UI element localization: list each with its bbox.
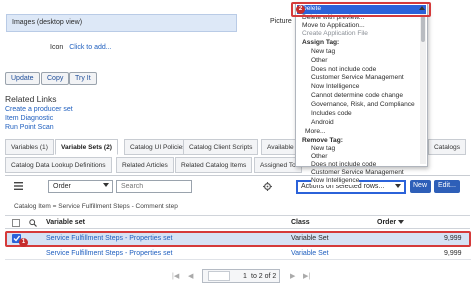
prev-page-icon[interactable]: ◀ [188, 272, 193, 280]
try-it-button[interactable]: Try It [69, 72, 97, 85]
tab-catalog-ui-policies[interactable]: Catalog UI Policies [124, 139, 192, 155]
edit-button[interactable]: Edit... [434, 180, 460, 193]
select-all-checkbox[interactable] [12, 219, 20, 227]
menu-item-assign-other[interactable]: Other [311, 57, 328, 65]
menu-item-assign-no-code[interactable]: Does not include code [311, 66, 376, 74]
menu-item-remove-csm[interactable]: Customer Service Management [311, 169, 404, 177]
menu-item-move-application[interactable]: Move to Application... [302, 22, 365, 30]
row-variable-set-link[interactable]: Service Fulfillment Steps - Properties s… [46, 235, 172, 242]
update-button[interactable]: Update [5, 72, 40, 85]
menu-item-assign-now-intelligence[interactable]: Now Intelligence [311, 83, 359, 91]
row-class: Variable Set [291, 235, 329, 242]
row-order: 9,999 [444, 250, 462, 257]
menu-item-remove-new-tag[interactable]: New tag [311, 145, 335, 153]
menu-item-assign-android[interactable]: Android [311, 119, 334, 127]
menu-item-assign-new-tag[interactable]: New tag [311, 48, 335, 56]
menu-item-remove-other[interactable]: Other [311, 153, 328, 161]
search-icon[interactable] [29, 219, 37, 229]
column-header-class[interactable]: Class [291, 219, 310, 226]
new-button[interactable]: New [410, 180, 431, 193]
page-current: 1 [243, 273, 247, 280]
related-link-item-diagnostic[interactable]: Item Diagnostic [5, 115, 53, 122]
related-link-producer-set[interactable]: Create a producer set [5, 106, 73, 113]
menu-item-assign-includes-code[interactable]: Includes code [311, 110, 352, 118]
images-desktop-field[interactable]: Images (desktop view) [6, 14, 237, 32]
menu-item-create-app-file: Create Application File [302, 30, 368, 37]
delete-highlight-outline [291, 2, 431, 17]
chevron-down-icon [395, 184, 401, 191]
menu-item-remove-now-intelligence[interactable]: Now Intelligence [311, 177, 360, 185]
tab-variables[interactable]: Variables (1) [5, 139, 54, 155]
menu-item-assign-grc[interactable]: Governance, Risk, and Compliance [311, 101, 415, 109]
picture-label: Picture [270, 18, 292, 25]
tab-catalog-data-lookup[interactable]: Catalog Data Lookup Definitions [5, 157, 112, 173]
related-links-title: Related Links [5, 94, 57, 104]
annotation-badge-1: 1 [19, 238, 28, 247]
menu-item-assign-cannot-determine[interactable]: Cannot determine code change [311, 92, 403, 100]
row-variable-set-link[interactable]: Service Fulfillment Steps - Properties s… [46, 250, 172, 257]
gear-icon[interactable] [263, 182, 272, 193]
chevron-up-icon[interactable] [419, 6, 425, 13]
search-input[interactable] [116, 180, 192, 193]
tab-related-articles[interactable]: Related Articles [116, 157, 174, 173]
annotation-badge-2: 2 [296, 5, 305, 14]
menu-group-assign-tag: Assign Tag: [302, 39, 340, 46]
menu-scroll-thumb[interactable] [421, 16, 425, 42]
tab-catalogs[interactable]: Catalogs [428, 139, 467, 155]
page-total: to 2 of 2 [251, 273, 277, 280]
breadcrumb[interactable]: Catalog Item = Service Fulfillment Steps… [14, 203, 178, 210]
tab-variable-sets[interactable]: Variable Sets (2) [55, 139, 118, 155]
hamburger-icon[interactable] [14, 182, 23, 192]
row-class: Variable Set [291, 250, 329, 257]
related-link-run-point-scan[interactable]: Run Point Scan [5, 124, 54, 131]
column-header-variable-set[interactable]: Variable set [46, 219, 85, 226]
last-page-icon[interactable]: ▶| [303, 272, 310, 280]
chevron-down-icon [103, 183, 109, 190]
icon-add-link[interactable]: Click to add... [69, 44, 111, 51]
copy-button[interactable]: Copy [41, 72, 70, 85]
icon-field-row: Icon Click to add... [50, 44, 112, 51]
sort-chevron-icon[interactable] [398, 220, 404, 227]
first-page-icon[interactable]: |◀ [172, 272, 179, 280]
icon-label: Icon [50, 44, 64, 51]
column-header-order[interactable]: Order [377, 219, 396, 226]
menu-item-assign-csm[interactable]: Customer Service Management [311, 74, 404, 82]
next-page-icon[interactable]: ▶ [290, 272, 295, 280]
images-desktop-label: Images (desktop view) [12, 19, 83, 26]
tab-related-catalog-items[interactable]: Related Catalog Items [175, 157, 253, 173]
menu-group-remove-tag: Remove Tag: [302, 137, 343, 144]
page-input[interactable] [208, 271, 230, 281]
tab-catalog-client-scripts[interactable]: Catalog Client Scripts [183, 139, 259, 155]
menu-item-remove-no-code[interactable]: Does not include code [311, 161, 376, 169]
row-order: 9,999 [444, 235, 462, 242]
order-select-value: Order [53, 183, 71, 190]
order-select[interactable]: Order [48, 180, 113, 193]
menu-item-assign-more[interactable]: More... [305, 128, 326, 136]
